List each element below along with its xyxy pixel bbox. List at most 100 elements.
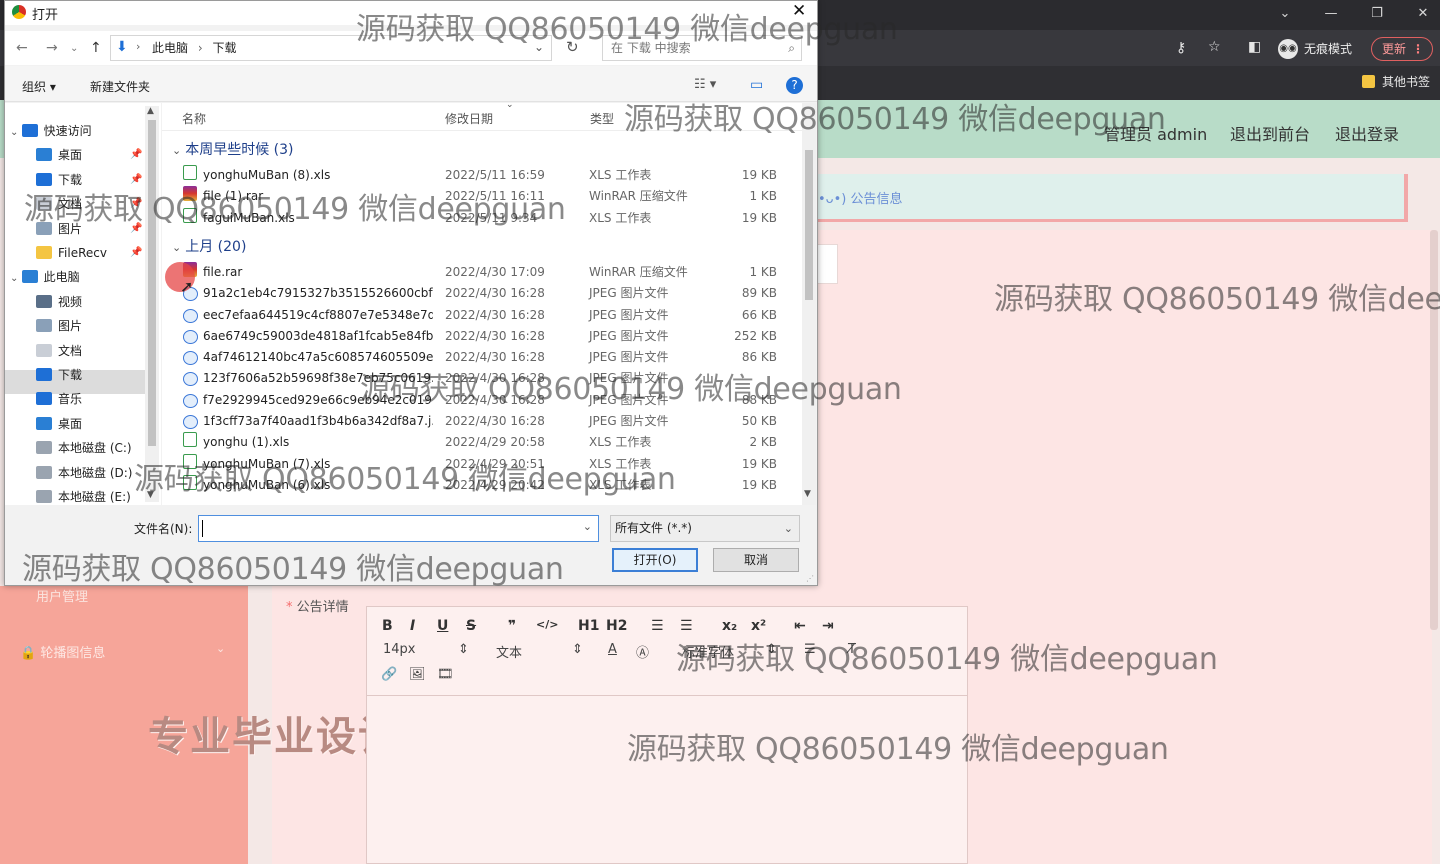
column-date[interactable]: 修改日期: [445, 110, 493, 127]
file-row[interactable]: f7e2929945ced929e66c9eb94e2c019... 2022/4…: [162, 390, 802, 411]
pin-icon[interactable]: 📌: [130, 174, 142, 185]
expand-chevron-icon[interactable]: ⌄: [10, 273, 22, 284]
scroll-up-icon[interactable]: ▲: [147, 106, 154, 116]
font-size-select[interactable]: 14px: [383, 642, 416, 657]
title-input[interactable]: [816, 244, 838, 284]
nav-tree-item[interactable]: 图片: [36, 314, 82, 338]
video-icon[interactable]: 🎞: [437, 667, 454, 682]
nav-tree-item[interactable]: 桌面: [36, 412, 82, 436]
file-row[interactable]: yonghuMuBan (6).xls 2022/4/29 20:42 XLS 工作…: [162, 474, 802, 496]
pin-icon[interactable]: 📌: [130, 223, 142, 234]
open-button[interactable]: 打开(O): [612, 548, 698, 572]
align-icon[interactable]: ☰: [804, 642, 816, 657]
column-name[interactable]: 名称: [182, 110, 206, 127]
clear-format-icon[interactable]: T̸: [848, 642, 856, 657]
maximize-button[interactable]: ❐: [1362, 3, 1392, 25]
nav-tree-item[interactable]: 文档: [36, 339, 82, 363]
file-group-header[interactable]: ⌄ 本周早些时候 (3): [172, 139, 294, 159]
blockquote-button[interactable]: ❞: [508, 618, 516, 634]
recent-chevron-icon[interactable]: ⌄: [70, 43, 78, 54]
cancel-button[interactable]: 取消: [713, 548, 799, 572]
up-arrow-icon[interactable]: ↑: [90, 40, 102, 56]
organize-menu[interactable]: 组织 ▾: [22, 78, 56, 95]
subscript-button[interactable]: x₂: [722, 618, 737, 634]
nav-tree-item[interactable]: 本地磁盘 (D:): [36, 461, 132, 485]
filename-input[interactable]: ⌄: [198, 515, 599, 542]
image-icon[interactable]: 🖼: [409, 667, 426, 682]
file-row[interactable]: faguiMuBan.xls 2022/5/11 9:34 XLS 工作表 19 KB: [162, 207, 802, 229]
dialog-close-button[interactable]: ✕: [792, 1, 806, 21]
bold-button[interactable]: B: [382, 618, 393, 634]
nav-tree-item[interactable]: 下载: [36, 168, 82, 192]
file-row[interactable]: 1f3cff73a7f40aad1f3b4b6a342df8a7.j... 202…: [162, 411, 802, 432]
address-dropdown-icon[interactable]: ⌄: [534, 40, 544, 54]
file-row[interactable]: file.rar 2022/4/30 17:09 WinRAR 压缩文件 1 KB: [162, 261, 802, 283]
nav-tree-item[interactable]: 本地磁盘 (C:): [36, 436, 132, 460]
file-row[interactable]: 123f7606a52b59698f38e7eb75c0619... 2022/4…: [162, 368, 802, 389]
h1-button[interactable]: H1: [578, 618, 599, 634]
close-window-button[interactable]: ✕: [1408, 3, 1438, 25]
nav-tree-item[interactable]: ⌄ 快速访问: [10, 119, 92, 143]
star-icon[interactable]: ☆: [1208, 39, 1221, 55]
code-button[interactable]: </>: [536, 618, 558, 631]
file-row[interactable]: yonghuMuBan (8).xls 2022/5/11 16:59 XLS 工作…: [162, 165, 802, 186]
breadcrumb-this-pc[interactable]: 此电脑: [152, 41, 188, 55]
nav-tree-item[interactable]: 本地磁盘 (E:): [36, 485, 131, 509]
sidepanel-icon[interactable]: ◧: [1248, 39, 1261, 55]
help-icon[interactable]: ?: [786, 77, 803, 94]
new-folder-button[interactable]: 新建文件夹: [90, 78, 150, 95]
logout-link[interactable]: 退出登录: [1335, 121, 1399, 145]
preview-pane-icon[interactable]: ▭: [750, 77, 763, 93]
file-row[interactable]: 4af74612140bc47a5c608574605509e... 2022/4…: [162, 347, 802, 368]
back-to-front-link[interactable]: 退出到前台: [1230, 121, 1310, 145]
view-options-icon[interactable]: ☷ ▾: [694, 77, 716, 92]
pin-icon[interactable]: 📌: [130, 198, 142, 209]
list-scroll-thumb[interactable]: [805, 150, 813, 300]
file-row[interactable]: 6ae6749c59003de4818af1fcab5e84fb... 2022/…: [162, 326, 802, 347]
nav-tree-item[interactable]: 桌面: [36, 143, 82, 167]
pin-icon[interactable]: 📌: [130, 149, 142, 160]
h2-button[interactable]: H2: [606, 618, 627, 634]
breadcrumb-downloads[interactable]: 下载: [212, 41, 236, 55]
key-icon[interactable]: ⚷: [1176, 40, 1186, 56]
pin-icon[interactable]: 📌: [130, 247, 142, 258]
text-style-select[interactable]: 文本: [496, 642, 522, 661]
bullet-list-button[interactable]: ☰: [680, 618, 693, 634]
indent-button[interactable]: ⇥: [822, 618, 834, 634]
column-type[interactable]: 类型: [590, 110, 614, 127]
nav-tree-item[interactable]: 图片: [36, 217, 82, 241]
filetype-select[interactable]: 所有文件 (*.*) ⌄: [610, 515, 800, 542]
sidebar-item-carousel[interactable]: 🔒 轮播图信息: [20, 642, 105, 661]
minimize-button[interactable]: —: [1316, 3, 1346, 25]
sidebar-item-user-manage[interactable]: 用户管理: [36, 586, 88, 605]
file-row[interactable]: yonghu (1).xls 2022/4/29 20:58 XLS 工作表 2 KB: [162, 432, 802, 453]
file-row[interactable]: yonghuMuBan (7).xls 2022/4/29 20:51 XLS 工作…: [162, 453, 802, 475]
nav-tree-item[interactable]: 音乐: [36, 387, 82, 411]
update-button[interactable]: 更新 ⋮: [1371, 37, 1434, 61]
nav-tree-item[interactable]: ⌄ 此电脑: [10, 265, 80, 289]
underline-button[interactable]: U: [437, 618, 448, 634]
forward-arrow-icon[interactable]: →: [46, 40, 58, 56]
nav-tree-item[interactable]: 视频: [36, 290, 82, 314]
tab-search-icon[interactable]: ⌄: [1270, 3, 1300, 25]
nav-tree-item[interactable]: FileRecv: [36, 241, 107, 265]
font-family-select[interactable]: 标准字体: [682, 642, 734, 661]
other-bookmarks[interactable]: 其他书签: [1360, 73, 1430, 91]
nav-tree-item[interactable]: 下载: [36, 363, 82, 387]
outdent-button[interactable]: ⇤: [794, 618, 806, 634]
expand-chevron-icon[interactable]: ⌄: [10, 127, 22, 138]
file-row[interactable]: eec7efaa644519c4cf8807e7e5348e7d... 2022/…: [162, 305, 802, 326]
filename-dropdown-icon[interactable]: ⌄: [583, 520, 592, 533]
search-box[interactable]: 在 下载 中搜索 ⌕: [602, 35, 802, 61]
file-row[interactable]: file (1).rar 2022/5/11 16:11 WinRAR 压缩文件 1 …: [162, 186, 802, 207]
ordered-list-button[interactable]: ☰: [651, 618, 664, 634]
back-arrow-icon[interactable]: ←: [16, 40, 28, 56]
strike-button[interactable]: S: [466, 618, 476, 634]
page-scrollbar[interactable]: [1430, 230, 1438, 630]
file-group-header[interactable]: ⌄ 上月 (20): [172, 236, 246, 256]
font-color-icon[interactable]: A: [608, 642, 617, 657]
nav-tree-item[interactable]: 文档: [36, 192, 82, 216]
bg-color-icon[interactable]: Ⓐ: [636, 642, 649, 661]
nav-scroll-thumb[interactable]: [148, 120, 156, 446]
incognito-indicator[interactable]: ◉◉ 无痕模式: [1278, 37, 1352, 61]
